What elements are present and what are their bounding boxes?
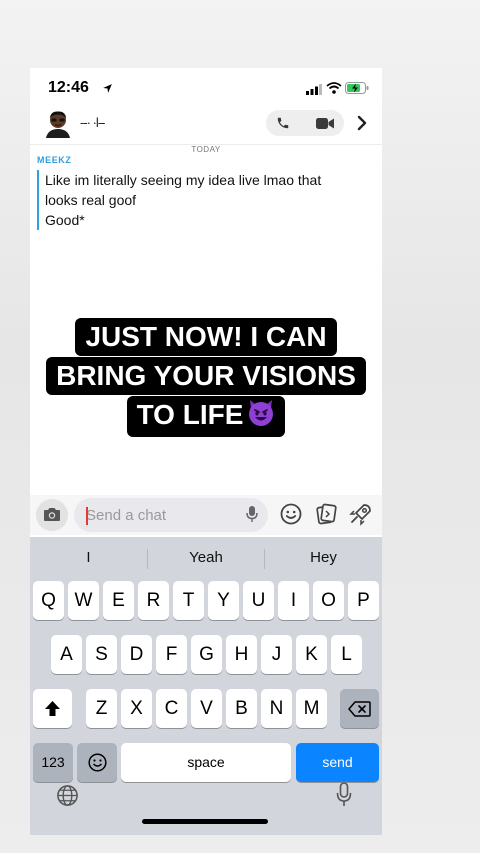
status-bar: 12:46 — [30, 68, 382, 108]
suggestion-item[interactable]: I — [30, 537, 147, 579]
key-b[interactable]: B — [226, 689, 257, 728]
rocket-games-icon[interactable] — [349, 502, 373, 531]
ios-keyboard: I Yeah Hey Q W E R T Y U I O P A S D F G… — [30, 537, 382, 835]
chat-header: --· ·l-- — [30, 108, 382, 145]
caption-line-last: TO LIFE — [126, 396, 286, 437]
chat-input-bar — [30, 495, 382, 535]
key-c[interactable]: C — [156, 689, 187, 728]
shift-arrow-icon — [45, 701, 60, 716]
battery-charging-icon — [345, 81, 369, 99]
key-j[interactable]: J — [261, 635, 292, 674]
video-call-icon[interactable] — [316, 117, 334, 135]
caption-line: JUST NOW! I CAN — [75, 318, 337, 356]
camera-icon — [44, 508, 60, 521]
key-w[interactable]: W — [68, 581, 99, 620]
message-group: Like im literally seeing my idea live lm… — [37, 170, 321, 230]
key-v[interactable]: V — [191, 689, 222, 728]
message-text[interactable]: Good* — [45, 210, 321, 230]
status-time: 12:46 — [48, 79, 89, 96]
numbers-key[interactable]: 123 — [33, 743, 73, 782]
cellular-signal-icon — [306, 82, 322, 100]
camera-button[interactable] — [36, 499, 68, 531]
smiling-devil-emoji-icon — [247, 399, 275, 436]
caption-line-text: TO LIFE — [136, 399, 244, 430]
suggestion-item[interactable]: Hey — [265, 537, 382, 579]
key-a[interactable]: A — [51, 635, 82, 674]
smiley-face-icon[interactable] — [280, 503, 302, 530]
space-key[interactable]: space — [121, 743, 291, 782]
shift-key[interactable] — [33, 689, 72, 728]
message-text[interactable]: Like im literally seeing my idea live lm… — [45, 170, 321, 190]
chat-text-input[interactable] — [74, 498, 268, 532]
chevron-right-icon[interactable] — [356, 115, 368, 136]
dictation-mic-icon[interactable] — [336, 782, 352, 812]
key-p[interactable]: P — [348, 581, 379, 620]
key-r[interactable]: R — [138, 581, 169, 620]
key-x[interactable]: X — [121, 689, 152, 728]
wifi-icon — [326, 81, 342, 99]
key-f[interactable]: F — [156, 635, 187, 674]
key-s[interactable]: S — [86, 635, 117, 674]
key-u[interactable]: U — [243, 581, 274, 620]
cards-sticker-icon[interactable] — [315, 503, 337, 530]
contact-name[interactable]: --· ·l-- — [80, 115, 106, 130]
key-k[interactable]: K — [296, 635, 327, 674]
backspace-icon — [348, 701, 371, 717]
home-indicator[interactable] — [142, 819, 268, 824]
sender-name: MEEKZ — [37, 155, 72, 165]
send-key[interactable]: send — [296, 743, 379, 782]
key-q[interactable]: Q — [33, 581, 64, 620]
phone-screen: 12:46 --· ·l-- TODAY MEEKZ Like im liter… — [30, 68, 382, 835]
key-g[interactable]: G — [191, 635, 222, 674]
key-i[interactable]: I — [278, 581, 309, 620]
voice-note-mic-icon[interactable] — [246, 505, 258, 528]
backspace-key[interactable] — [340, 689, 379, 728]
message-text[interactable]: looks real goof — [45, 190, 321, 210]
key-h[interactable]: H — [226, 635, 257, 674]
key-d[interactable]: D — [121, 635, 152, 674]
key-e[interactable]: E — [103, 581, 134, 620]
key-l[interactable]: L — [331, 635, 362, 674]
date-divider: TODAY — [191, 145, 221, 154]
phone-call-icon[interactable] — [276, 116, 290, 135]
emoji-face-icon — [88, 753, 107, 772]
location-arrow-icon — [102, 81, 113, 99]
predictive-text-bar: I Yeah Hey — [30, 537, 382, 579]
key-m[interactable]: M — [296, 689, 327, 728]
globe-icon[interactable] — [56, 784, 79, 812]
key-o[interactable]: O — [313, 581, 344, 620]
key-y[interactable]: Y — [208, 581, 239, 620]
key-n[interactable]: N — [261, 689, 292, 728]
text-cursor — [86, 507, 88, 525]
overlay-caption: JUST NOW! I CAN BRING YOUR VISIONS TO LI… — [30, 317, 382, 437]
suggestion-item[interactable]: Yeah — [148, 537, 264, 579]
key-z[interactable]: Z — [86, 689, 117, 728]
caption-line: BRING YOUR VISIONS — [46, 357, 366, 395]
key-t[interactable]: T — [173, 581, 204, 620]
bitmoji-avatar[interactable] — [45, 110, 71, 138]
emoji-key[interactable] — [77, 743, 117, 782]
